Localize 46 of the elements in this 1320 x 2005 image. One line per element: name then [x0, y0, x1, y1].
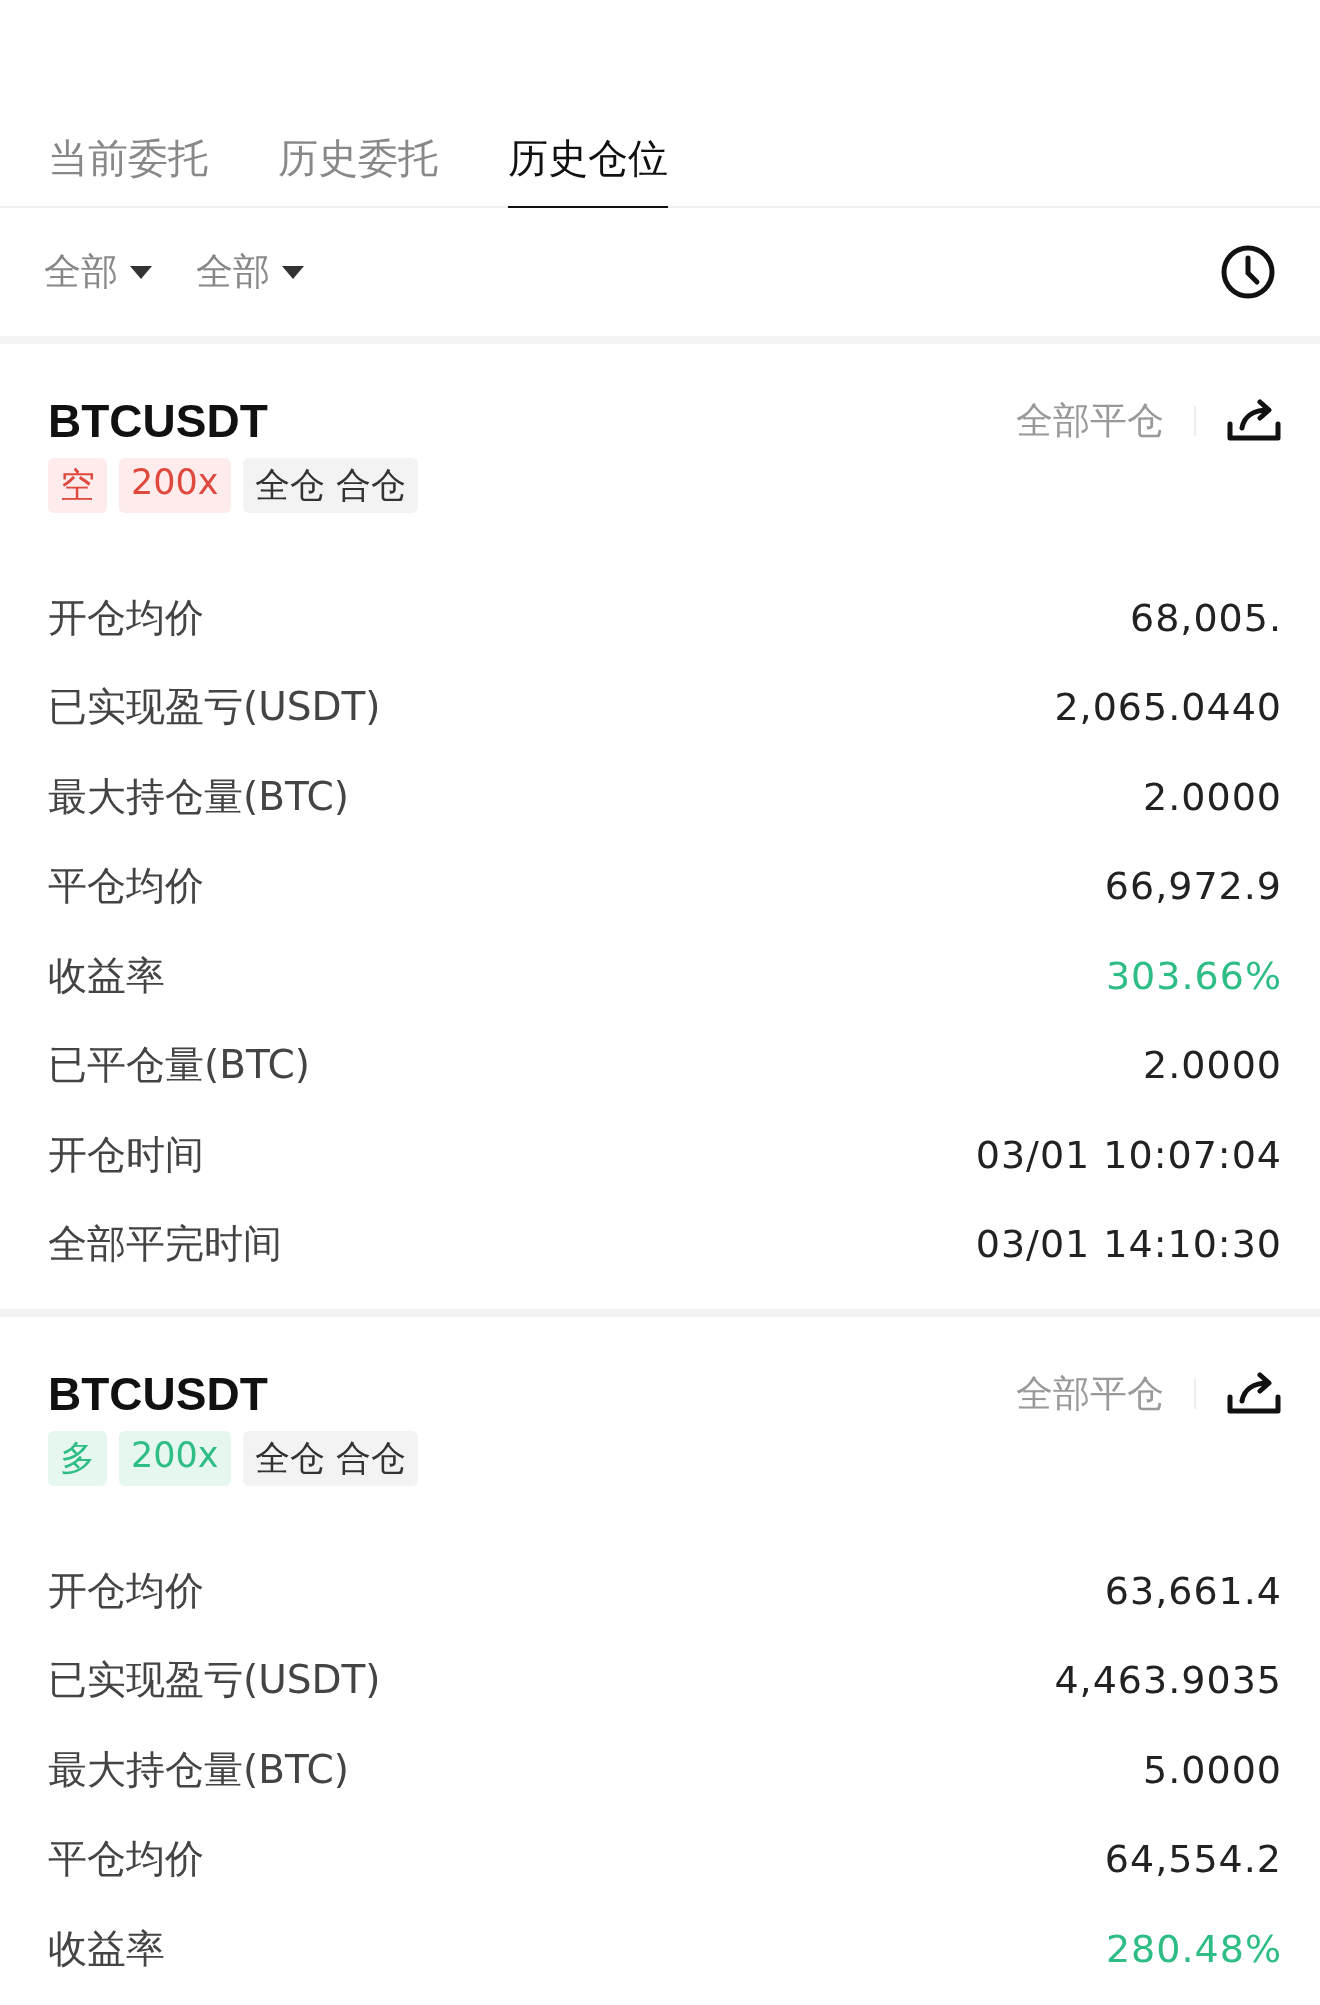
- field-label: 最大持仓量(BTC): [48, 772, 349, 821]
- leverage-tag: 200x: [119, 458, 231, 513]
- symbol-title: BTCUSDT: [48, 1367, 268, 1421]
- field-label: 已实现盈亏(USDT): [48, 1656, 381, 1705]
- filter-dropdown[interactable]: 全部: [196, 247, 304, 297]
- field-label: 平仓均价: [48, 862, 204, 911]
- field-value: 66,972.9: [1104, 864, 1282, 909]
- symbol-title: BTCUSDT: [48, 394, 268, 448]
- field-value: 280.48%: [1105, 1926, 1282, 1971]
- field-label: 开仓时间: [48, 1130, 204, 1179]
- leverage-tag: 200x: [119, 1431, 231, 1486]
- field-label: 收益率: [48, 1924, 165, 1973]
- field-label: 平仓均价: [48, 1835, 204, 1884]
- field-label: 已实现盈亏(USDT): [48, 683, 381, 732]
- margin-mode-tag: 全仓 合仓: [242, 458, 418, 513]
- field-value: 03/01 10:07:04: [975, 1132, 1282, 1177]
- field-label: 开仓均价: [48, 593, 204, 642]
- field-label: 全部平完时间: [48, 1220, 282, 1269]
- clock-icon[interactable]: [1220, 244, 1276, 300]
- filter-dropdown[interactable]: 全部: [44, 247, 152, 297]
- field-value: 03/01 14:10:30: [975, 1222, 1282, 1267]
- share-icon[interactable]: [1226, 398, 1282, 444]
- caret-icon: [282, 265, 304, 279]
- field-value: 63,661.4: [1104, 1568, 1282, 1613]
- caret-icon: [130, 265, 152, 279]
- field-value: 2.0000: [1143, 1043, 1282, 1088]
- side-tag: 多: [48, 1431, 107, 1486]
- field-value: 64,554.2: [1104, 1837, 1282, 1882]
- share-icon[interactable]: [1226, 1371, 1282, 1417]
- field-value: 2,065.0440: [1054, 685, 1282, 730]
- field-value: 5.0000: [1143, 1747, 1282, 1792]
- field-label: 开仓均价: [48, 1566, 204, 1615]
- close-all-link[interactable]: 全部平仓: [1016, 1369, 1164, 1419]
- tab[interactable]: 历史仓位: [508, 110, 668, 208]
- tab[interactable]: 历史委托: [278, 110, 438, 208]
- tab[interactable]: 当前委托: [48, 110, 208, 208]
- field-value: 4,463.9035: [1054, 1658, 1282, 1703]
- field-value: 2.0000: [1143, 774, 1282, 819]
- field-value: 68,005.: [1129, 595, 1282, 640]
- side-tag: 空: [48, 458, 107, 513]
- margin-mode-tag: 全仓 合仓: [242, 1431, 418, 1486]
- close-all-link[interactable]: 全部平仓: [1016, 396, 1164, 446]
- field-label: 最大持仓量(BTC): [48, 1745, 349, 1794]
- field-value: 303.66%: [1105, 953, 1282, 998]
- field-label: 已平仓量(BTC): [48, 1041, 310, 1090]
- field-label: 收益率: [48, 951, 165, 1000]
